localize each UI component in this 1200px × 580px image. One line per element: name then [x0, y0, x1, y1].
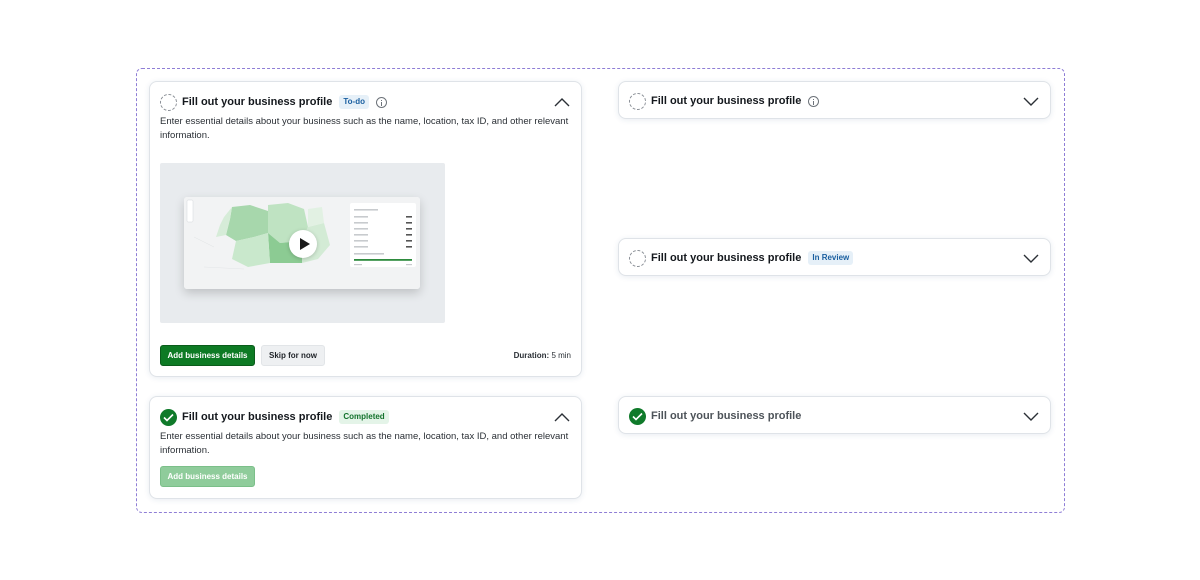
task-title: Fill out your business profile: [182, 411, 333, 423]
check-circle-icon: [160, 408, 177, 426]
info-icon[interactable]: [375, 96, 387, 108]
task-description: Enter essential details about your busin…: [160, 116, 569, 141]
chevron-down-icon[interactable]: [1022, 410, 1040, 422]
duration-text: Duration: 5 min: [514, 351, 571, 360]
task-title: Fill out your business profile: [651, 410, 802, 422]
status-badge: Completed: [339, 410, 389, 424]
chevron-down-icon[interactable]: [1022, 252, 1040, 264]
info-icon[interactable]: [808, 95, 820, 107]
play-icon: [299, 238, 310, 250]
task-title: Fill out your business profile: [182, 96, 333, 108]
check-circle-icon: [629, 407, 646, 425]
task-card-header[interactable]: Fill out your business profile To-do: [160, 92, 571, 112]
add-business-details-button-disabled: Add business details: [160, 466, 255, 487]
chevron-up-icon[interactable]: [553, 96, 571, 108]
duration-label: Duration:: [513, 351, 550, 360]
task-card-completed: Fill out your business profile Completed…: [149, 396, 582, 499]
dashed-circle-icon: [629, 249, 646, 267]
task-card-header[interactable]: Fill out your business profile Completed: [160, 407, 571, 427]
task-description: Enter essential details about your busin…: [160, 431, 569, 456]
task-card-header[interactable]: Fill out your business profile In Review: [629, 248, 1040, 268]
status-badge: To-do: [339, 95, 369, 109]
play-button[interactable]: [289, 230, 317, 258]
add-business-details-button[interactable]: Add business details: [160, 345, 255, 366]
status-badge: In Review: [808, 251, 854, 265]
task-title: Fill out your business profile: [651, 252, 802, 264]
task-title: Fill out your business profile: [651, 95, 802, 107]
task-card-header[interactable]: Fill out your business profile: [629, 91, 1040, 111]
task-card-header[interactable]: Fill out your business profile: [629, 406, 1040, 426]
skip-for-now-button[interactable]: Skip for now: [261, 345, 325, 366]
video-thumbnail[interactable]: [160, 163, 445, 323]
duration-value: 5 min: [551, 351, 571, 360]
task-card-collapsed-done[interactable]: Fill out your business profile: [618, 396, 1051, 434]
dashed-circle-icon: [160, 93, 177, 111]
task-card-collapsed-review[interactable]: Fill out your business profile In Review: [618, 238, 1051, 276]
chevron-up-icon[interactable]: [553, 411, 571, 423]
task-card-collapsed-info[interactable]: Fill out your business profile: [618, 81, 1051, 119]
task-card-todo: Fill out your business profile To-do Ent…: [149, 81, 582, 377]
chevron-down-icon[interactable]: [1022, 95, 1040, 107]
dashed-circle-icon: [629, 92, 646, 110]
